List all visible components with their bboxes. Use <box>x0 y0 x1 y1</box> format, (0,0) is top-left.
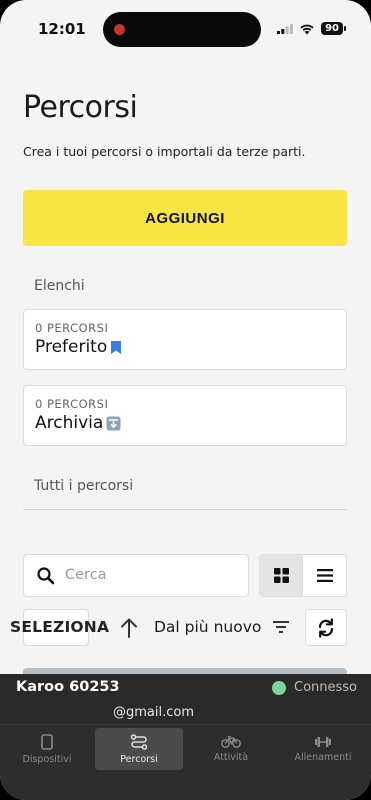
search-placeholder: Cerca <box>65 567 107 583</box>
page-title: Percorsi <box>23 90 138 125</box>
device-icon <box>41 733 53 750</box>
list-count: 0 PERCORSI <box>35 397 109 411</box>
page-subtitle: Crea i tuoi percorsi o importali da terz… <box>23 144 306 159</box>
list-card-archive[interactable]: 0 PERCORSI Archivia <box>23 385 347 446</box>
grid-view-button[interactable] <box>260 555 304 596</box>
tab-label: Dispositivi <box>22 753 72 765</box>
list-card-favorites[interactable]: 0 PERCORSI Preferito <box>23 309 347 370</box>
sync-icon <box>318 617 334 638</box>
status-time: 12:01 <box>38 20 86 38</box>
account-email: @gmail.com <box>113 705 195 720</box>
recording-indicator-icon <box>114 24 125 35</box>
archive-icon <box>106 416 121 430</box>
lists-section-label: Elenchi <box>34 278 85 294</box>
add-route-button[interactable]: AGGIUNGI <box>23 190 347 246</box>
dumbbell-icon <box>315 736 331 747</box>
list-name: Preferito <box>35 337 108 357</box>
list-name: Archivia <box>35 413 104 433</box>
select-button-label: SELEZIONA <box>10 618 110 636</box>
wifi-icon <box>300 24 314 34</box>
search-input[interactable]: Cerca <box>23 554 249 597</box>
grid-icon <box>273 568 289 583</box>
sort-filter-icon[interactable] <box>272 619 290 635</box>
bottom-tab-bar: Dispositivi Percorsi Attività Allenament… <box>0 724 371 800</box>
list-view-button[interactable] <box>303 555 346 596</box>
sort-dropdown[interactable]: Dal più nuovo <box>154 618 261 636</box>
list-name-wrapper: Preferito <box>35 337 122 357</box>
search-icon <box>37 567 55 585</box>
route-icon <box>130 733 148 750</box>
tab-activities[interactable]: Attività <box>187 728 275 770</box>
tab-devices[interactable]: Dispositivi <box>3 728 91 770</box>
bookmark-icon <box>111 340 122 354</box>
tab-label: Allenamenti <box>294 751 352 763</box>
tab-label: Attività <box>213 752 249 763</box>
sort-direction-icon[interactable] <box>119 617 139 639</box>
connection-status-label: Connesso <box>294 680 358 695</box>
list-name-wrapper: Archivia <box>35 413 121 433</box>
list-icon <box>316 569 333 582</box>
refresh-button[interactable] <box>305 609 347 646</box>
app-screen: 12:01 90 Percorsi Crea i tuoi percorsi o… <box>0 0 371 800</box>
all-routes-label: Tutti i percorsi <box>34 478 134 494</box>
bike-icon <box>221 735 241 748</box>
status-icons: 90 <box>277 22 346 35</box>
tab-workouts[interactable]: Allenamenti <box>279 728 367 770</box>
dynamic-island <box>103 12 261 47</box>
view-toggle <box>259 554 347 597</box>
signal-icon <box>277 24 293 34</box>
connection-status-dot <box>272 681 286 695</box>
tab-routes[interactable]: Percorsi <box>95 728 183 770</box>
list-count: 0 PERCORSI <box>35 321 109 335</box>
device-name: Karoo 60253 <box>16 679 120 695</box>
section-divider <box>23 509 347 510</box>
tab-label: Percorsi <box>120 753 158 765</box>
battery-indicator: 90 <box>321 22 346 35</box>
